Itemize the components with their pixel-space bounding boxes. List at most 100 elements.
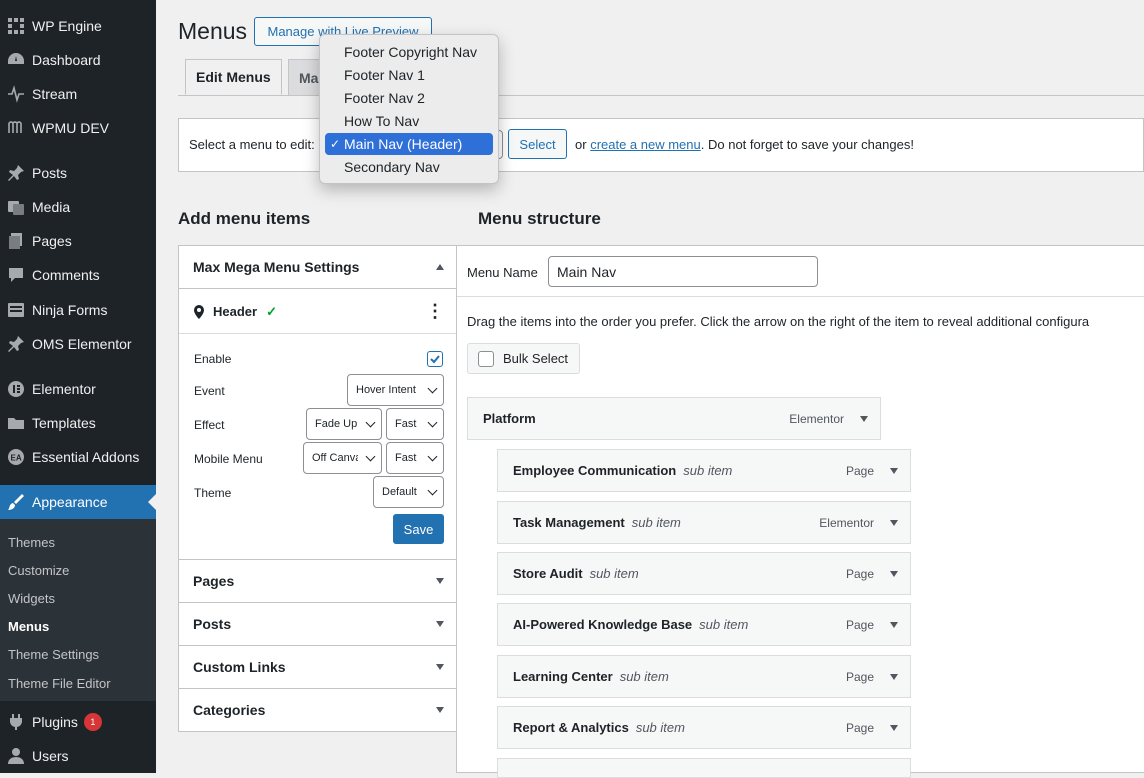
expand-arrow-icon[interactable] [890,622,898,628]
event-label: Event [194,384,225,398]
effect-select[interactable]: Fade Up [306,408,382,440]
mobile-menu-select[interactable]: Off Canvas [303,442,382,474]
sidebar-item-wp-engine[interactable]: WP Engine [0,9,156,43]
menu-item[interactable]: Task Management sub item Elementor [497,501,911,544]
enable-label: Enable [194,352,232,366]
sidebar-item-appearance[interactable]: Appearance [0,485,156,519]
expand-arrow-icon [436,578,444,584]
sidebar-item-pages[interactable]: Pages [0,224,156,258]
more-options-icon[interactable]: ⋮ [426,301,444,322]
menu-item[interactable]: Report & Analytics sub item Page [497,706,911,749]
sidebar-item-templates[interactable]: Templates [0,406,156,440]
submenu-themes[interactable]: Themes [8,535,55,550]
enable-checkbox[interactable] [427,351,443,367]
accordion-pages[interactable]: Pages [179,560,458,603]
sidebar-item-ninja-forms[interactable]: Ninja Forms [0,293,156,327]
create-new-menu-link[interactable]: create a new menu [590,137,701,152]
event-select[interactable]: Hover Intent [347,374,444,406]
dropdown-option-selected[interactable]: ✓ Main Nav (Header) [325,133,493,155]
sidebar-item-label: Users [32,748,69,764]
menu-name-input[interactable]: Main Nav [548,256,818,287]
mobile-menu-value: Off Canvas [312,452,358,464]
menu-structure-panel: Menu Name Main Nav Drag the items into t… [456,245,1144,778]
item-type: Page [845,669,874,684]
sidebar-item-media[interactable]: Media [0,190,156,224]
sidebar-item-label: Media [32,199,71,215]
sidebar-item-label: Ninja Forms [32,302,108,318]
sidebar-item-stream[interactable]: Stream [0,77,156,111]
dashboard-icon [0,51,32,69]
menu-item[interactable]: AI-Powered Knowledge Base sub item Page [497,603,911,646]
accordion-categories[interactable]: Categories [179,689,458,732]
menu-item-platform[interactable]: Platform Elementor [467,397,881,440]
effect-value: Fade Up [315,418,358,430]
expand-arrow-icon[interactable] [890,520,898,526]
sidebar-item-plugins[interactable]: Plugins 1 [0,705,156,739]
drag-hint: Drag the items into the order you prefer… [467,314,1090,329]
menu-item-partial[interactable] [497,758,911,778]
menu-item[interactable]: Store Audit sub item Page [497,552,911,595]
accordion-posts[interactable]: Posts [179,603,458,646]
submenu-customize[interactable]: Customize [8,563,69,578]
dropdown-option[interactable]: How To Nav [325,110,493,132]
expand-arrow-icon [436,621,444,627]
dropdown-option[interactable]: Footer Nav 1 [325,64,493,86]
accordion-label: Custom Links [193,659,286,675]
menu-select-dropdown: Footer Copyright Nav Footer Nav 1 Footer… [319,34,499,184]
chevron-down-icon [365,451,376,462]
tab-edit-menus[interactable]: Edit Menus [185,59,282,95]
dropdown-option[interactable]: Footer Nav 2 [325,87,493,109]
theme-select[interactable]: Default [373,476,444,508]
sidebar-item-users[interactable]: Users [0,739,156,773]
select-button[interactable]: Select [508,129,567,159]
sidebar-item-label: Stream [32,86,78,102]
submenu-theme-settings[interactable]: Theme Settings [8,647,99,662]
item-sub: sub item [683,463,733,478]
wpmu-dev-icon [0,119,32,137]
expand-arrow-icon[interactable] [890,674,898,680]
current-arrow [148,494,156,510]
menu-item[interactable]: Employee Communication sub item Page [497,449,911,492]
expand-arrow-icon[interactable] [890,571,898,577]
page-title: Menus [178,18,248,44]
sidebar-item-posts[interactable]: Posts [0,156,156,190]
or-label: or [575,137,587,152]
item-type: Page [845,566,874,581]
sidebar-item-label: Pages [32,233,72,249]
mega-menu-settings-header[interactable]: Max Mega Menu Settings [179,246,458,289]
sidebar-item-wpmu-dev[interactable]: WPMU DEV [0,111,156,145]
elementor-icon [0,380,32,398]
mobile-speed-select[interactable]: Fast [386,442,444,474]
item-type: Page [845,463,874,478]
sidebar-item-elementor[interactable]: Elementor [0,372,156,406]
location-name: Header [213,304,258,319]
submenu-menus[interactable]: Menus [8,619,49,634]
expand-arrow-icon[interactable] [890,725,898,731]
or-text: or create a new menu. Do not forget to s… [575,137,914,152]
accordion-custom-links[interactable]: Custom Links [179,646,458,689]
expand-arrow-icon[interactable] [860,416,868,422]
sidebar-item-label: Templates [32,415,96,431]
sidebar-item-essential-addons[interactable]: EA Essential Addons [0,440,156,474]
expand-arrow-icon[interactable] [890,468,898,474]
menu-item[interactable]: Learning Center sub item Page [497,655,911,698]
dropdown-option[interactable]: Secondary Nav [325,156,493,178]
sidebar-item-label: Plugins [32,714,78,730]
effect-label: Effect [194,418,225,432]
bulk-select-toggle[interactable]: Bulk Select [467,343,580,374]
dropdown-option[interactable]: Footer Copyright Nav [325,41,493,63]
ea-icon: EA [0,448,32,466]
submenu-widgets[interactable]: Widgets [8,591,55,606]
sidebar-item-dashboard[interactable]: Dashboard [0,43,156,77]
submenu-theme-file-editor[interactable]: Theme File Editor [8,676,111,691]
item-sub: sub item [631,515,681,530]
save-button[interactable]: Save [393,514,444,544]
select-menu-label: Select a menu to edit: [189,137,315,152]
item-type: Elementor [819,515,874,530]
sidebar-item-oms-elementor[interactable]: OMS Elementor [0,327,156,361]
effect-speed-select[interactable]: Fast [386,408,444,440]
sidebar-item-comments[interactable]: Comments [0,258,156,292]
item-title: Store Audit [513,566,583,581]
bulk-select-checkbox[interactable] [478,350,494,367]
add-menu-items-panel: Max Mega Menu Settings Header ✓ ⋮ Enable… [178,245,459,732]
